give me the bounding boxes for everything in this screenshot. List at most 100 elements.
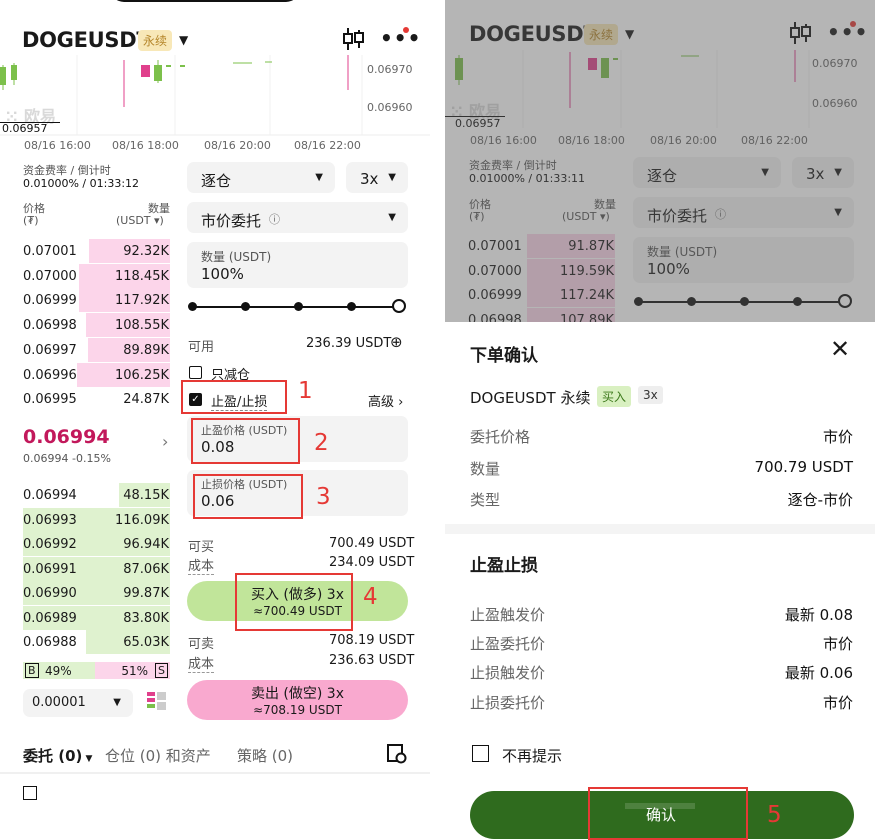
- right-screen: DOGEUSDT 永续 ▼ ••• 0.06970 0.06960 ⁙ 欧易 0…: [445, 0, 875, 840]
- tab-orders[interactable]: 委托 (0) ▼: [23, 745, 92, 766]
- row-price: 0.06993: [23, 512, 77, 528]
- time-tick: 08/16 16:00: [24, 139, 91, 152]
- more-menu-icon[interactable]: •••: [380, 26, 421, 50]
- qty-unit-select[interactable]: (USDT ▾): [116, 214, 164, 227]
- left-screen: DOGEUSDT 永续 ▼ ••• 0.06970 0.06960 ⁙ 欧易 0…: [0, 0, 430, 840]
- close-icon[interactable]: ✕: [830, 335, 850, 363]
- order-type-select[interactable]: 市价委托 ⓘ ▼: [187, 202, 408, 233]
- no-remind-checkbox[interactable]: [472, 745, 489, 762]
- tab-strategy[interactable]: 策略 (0): [237, 745, 293, 766]
- cost-buy-value: 234.09 USDT: [329, 555, 415, 570]
- phone-notch: [110, 0, 300, 2]
- quantity-input[interactable]: 数量 (USDT) 100%: [187, 242, 408, 288]
- annotation-number: 2: [314, 430, 329, 456]
- row-price: 0.06997: [23, 342, 77, 358]
- dropdown-icon: ▼: [113, 697, 121, 708]
- row-qty: 92.32K: [123, 244, 169, 259]
- quantity-label: 数量 (USDT): [201, 250, 272, 264]
- reduce-only-checkbox[interactable]: [189, 366, 202, 379]
- pair-title[interactable]: DOGEUSDT: [22, 28, 151, 52]
- ask-row[interactable]: 0.07000 118.45K: [23, 263, 170, 288]
- tpsl-row-label: 止盈触发价: [470, 606, 546, 624]
- info-icon[interactable]: ⓘ: [269, 211, 280, 227]
- bid-row[interactable]: 0.06993 116.09K: [23, 507, 170, 532]
- mid-price: 0.06994: [23, 426, 110, 448]
- order-history-icon[interactable]: [387, 744, 407, 768]
- cost-label: 成本: [188, 653, 215, 673]
- precision-select[interactable]: 0.00001 ▼: [23, 689, 133, 717]
- row-qty: 116.09K: [114, 512, 169, 528]
- tab-positions[interactable]: 仓位 (0) 和资产: [105, 745, 211, 766]
- advanced-link[interactable]: 高级 ›: [368, 391, 403, 410]
- cost-label: 成本: [188, 555, 215, 575]
- ask-row[interactable]: 0.06996 106.25K: [23, 362, 170, 387]
- bid-row[interactable]: 0.06990 99.87K: [23, 581, 170, 605]
- row-label: 类型: [470, 491, 501, 509]
- quantity-slider[interactable]: [187, 299, 408, 315]
- row-price: 0.07001: [23, 244, 77, 259]
- kline-chart[interactable]: [0, 55, 430, 137]
- row-value: 市价: [822, 428, 853, 446]
- tpsl-section-title: 止盈止损: [470, 556, 538, 576]
- leverage-tag: 3x: [638, 386, 663, 404]
- time-tick: 08/16 22:00: [294, 139, 361, 152]
- leverage-value: 3x: [360, 170, 379, 188]
- no-remind-label: 不再提示: [502, 747, 563, 765]
- tpsl-row-value: 市价: [822, 635, 853, 653]
- add-funds-icon[interactable]: ⊕: [390, 333, 403, 351]
- ask-row[interactable]: 0.06998 108.55K: [23, 313, 170, 338]
- ask-row[interactable]: 0.06997 89.89K: [23, 337, 170, 362]
- bid-row[interactable]: 0.06992 96.94K: [23, 532, 170, 556]
- buy-tag: 买入: [597, 386, 632, 407]
- depth-layout-icon[interactable]: [147, 692, 167, 716]
- tpsl-row-value: 最新 0.08: [784, 606, 853, 624]
- checkbox-cutoff[interactable]: [23, 786, 37, 800]
- can-buy-label: 可买: [188, 540, 215, 555]
- row-qty: 99.87K: [123, 586, 169, 601]
- row-price: 0.06996: [23, 367, 77, 383]
- cost-sell-value: 236.63 USDT: [329, 653, 415, 668]
- annotation-number: 4: [363, 584, 378, 610]
- row-label: 委托价格: [470, 428, 531, 446]
- dropdown-icon: ▼: [388, 172, 396, 183]
- row-price: 0.06988: [23, 635, 77, 650]
- chevron-down-icon[interactable]: ▼: [179, 33, 188, 47]
- ask-row[interactable]: 0.06999 117.92K: [23, 288, 170, 313]
- tpsl-row-label: 止损委托价: [470, 694, 546, 712]
- margin-mode-select[interactable]: 逐仓 ▼: [187, 162, 335, 193]
- sell-ratio-badge: S: [155, 663, 168, 678]
- leverage-select[interactable]: 3x ▼: [346, 162, 408, 193]
- row-qty: 118.45K: [114, 268, 169, 284]
- row-price: 0.06992: [23, 537, 77, 552]
- row-qty: 48.15K: [123, 488, 169, 503]
- dropdown-icon: ▼: [315, 172, 323, 183]
- sell-short-button[interactable]: 卖出 (做空) 3x ≈708.19 USDT: [187, 680, 408, 720]
- row-price: 0.06991: [23, 561, 77, 577]
- annotation-box: [181, 380, 287, 414]
- buy-ratio: 49%: [45, 664, 72, 678]
- bid-row[interactable]: 0.06991 87.06K: [23, 556, 170, 581]
- annotation-box: [193, 474, 303, 519]
- quantity-value: 100%: [201, 265, 244, 283]
- candlestick-chart-icon[interactable]: [342, 28, 366, 54]
- ask-row[interactable]: 0.07001 92.32K: [23, 239, 170, 263]
- price-unit: (₮): [23, 214, 39, 227]
- order-confirm-sheet: 下单确认 ✕ DOGEUSDT 永续 买入 3x 委托价格 市价 数量 700.…: [445, 322, 875, 840]
- row-price: 0.06994: [23, 488, 77, 503]
- modal-backdrop[interactable]: [445, 0, 875, 322]
- mid-price-change: 0.06994 -0.15%: [23, 452, 111, 465]
- sell-ratio: 51%: [121, 664, 148, 678]
- bid-row[interactable]: 0.06994 48.15K: [23, 483, 170, 507]
- ask-row[interactable]: 0.06995 24.87K: [23, 387, 170, 411]
- order-type-value: 市价委托: [201, 212, 262, 230]
- buy-ratio-badge: B: [25, 663, 39, 678]
- price-tick: 0.06970: [367, 63, 413, 76]
- slider-handle[interactable]: [392, 299, 406, 313]
- sell-button-label: 卖出 (做空) 3x: [250, 686, 345, 702]
- chevron-right-icon[interactable]: ›: [162, 432, 168, 451]
- bid-row[interactable]: 0.06989 83.80K: [23, 605, 170, 630]
- bid-row[interactable]: 0.06988 65.03K: [23, 630, 170, 654]
- row-label: 数量: [470, 460, 501, 478]
- time-tick: 08/16 20:00: [204, 139, 271, 152]
- row-qty: 108.55K: [114, 318, 169, 334]
